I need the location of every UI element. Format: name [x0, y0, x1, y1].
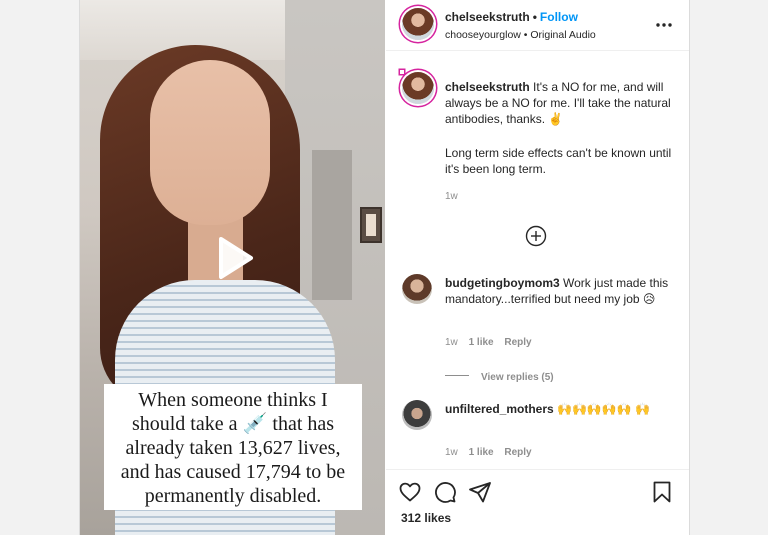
person-face [150, 60, 270, 225]
comment-item: unfiltered_mothers 🙌🙌🙌🙌🙌 🙌 [445, 401, 670, 417]
likes-count[interactable]: 312 likes [401, 511, 451, 525]
comment-time: 1w [445, 337, 458, 348]
reply-button[interactable]: Reply [504, 447, 531, 458]
comment-meta: 1w 1 like Reply [445, 337, 540, 348]
commenter-avatar[interactable] [402, 400, 432, 430]
caption-line: should take a 💉 that has [131, 413, 335, 435]
comment-text: Long term side effects can't be known un… [445, 146, 672, 176]
caption-line: When someone thinks I [138, 389, 328, 411]
video-background-door [312, 150, 352, 300]
caption-line: permanently disabled. [144, 485, 322, 507]
share-icon[interactable] [468, 480, 492, 504]
comment-item: budgetingboymom3 Work just made this man… [445, 275, 670, 307]
comment-username[interactable]: unfiltered_mothers [445, 402, 554, 416]
comment-meta: 1w 1 like Reply [445, 447, 540, 458]
comment-text: 🙌🙌🙌🙌🙌 🙌 [557, 402, 651, 416]
caption-comment: chelseekstruth It's a NO for me, and wil… [445, 79, 675, 127]
caption-line: and has caused 17,794 to be [120, 461, 346, 483]
video-caption-overlay: When someone thinks I should take a 💉 th… [104, 384, 362, 510]
comment-time: 1w [445, 447, 458, 458]
comment-time: 1w [445, 191, 458, 202]
reply-button[interactable]: Reply [504, 337, 531, 348]
video-background-picture [360, 207, 382, 243]
heart-icon[interactable] [398, 480, 422, 504]
plus-circle-icon[interactable] [525, 225, 547, 247]
avatar[interactable] [402, 8, 434, 40]
commenter-avatar[interactable] [402, 274, 432, 304]
view-replies-line [445, 375, 469, 377]
view-replies-label[interactable]: View replies (5) [481, 372, 554, 383]
separator-dot: • [532, 10, 537, 24]
post-sidebar: chelseekstruth • Follow chooseyourglow • O… [386, 0, 689, 535]
comment-username[interactable]: budgetingboymom3 [445, 276, 560, 290]
bookmark-icon[interactable] [650, 480, 674, 504]
audio-subtitle[interactable]: chooseyourglow • Original Audio [445, 29, 596, 41]
post-modal: When someone thinks I should take a 💉 th… [79, 0, 690, 535]
play-icon[interactable] [207, 233, 257, 283]
comment-likes[interactable]: 1 like [469, 447, 494, 458]
caption-line: already taken 13,627 lives, [125, 437, 341, 459]
header-user-line: chelseekstruth • Follow [445, 10, 578, 24]
comment-likes[interactable]: 1 like [469, 337, 494, 348]
comments-list: chelseekstruth It's a NO for me, and wil… [386, 51, 689, 469]
post-video[interactable]: When someone thinks I should take a 💉 th… [80, 0, 385, 535]
more-horizontal-icon[interactable] [654, 18, 674, 32]
caption-avatar[interactable] [402, 72, 434, 104]
comment-icon[interactable] [433, 480, 457, 504]
header-username[interactable]: chelseekstruth [445, 10, 530, 24]
post-header: chelseekstruth • Follow chooseyourglow • O… [386, 0, 689, 51]
post-actions: 312 likes [386, 469, 689, 535]
follow-button[interactable]: Follow [540, 10, 578, 24]
comment-username[interactable]: chelseekstruth [445, 80, 530, 94]
view-replies[interactable]: View replies (5) [445, 367, 554, 383]
